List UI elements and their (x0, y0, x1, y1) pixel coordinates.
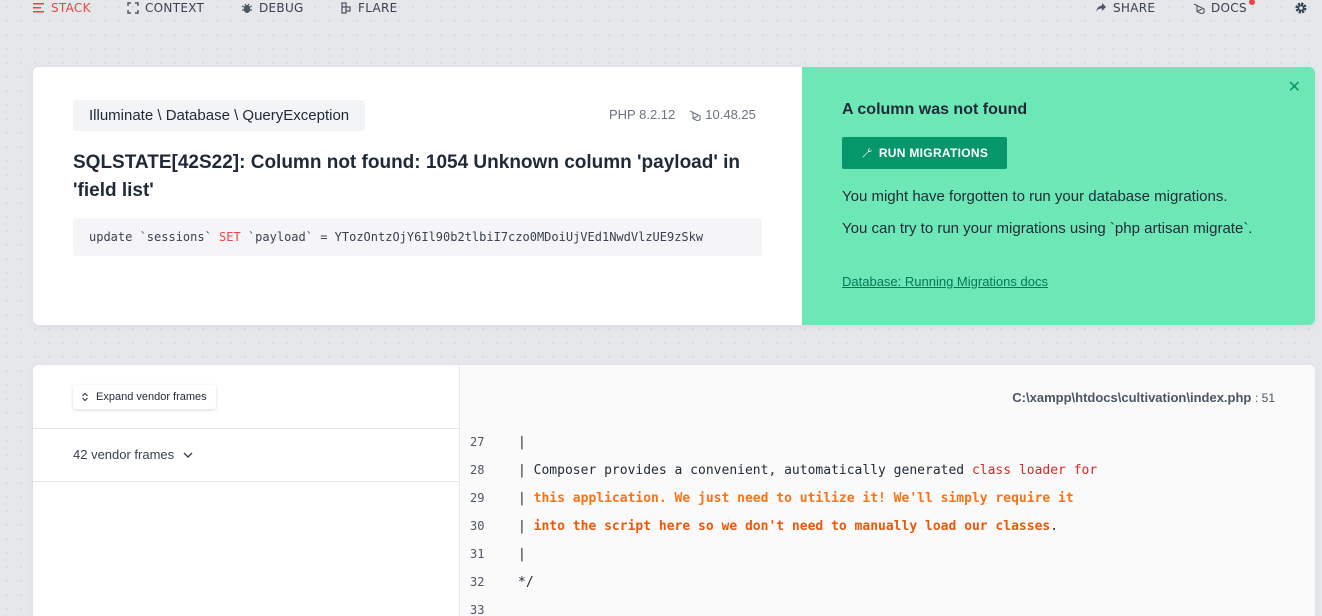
php-version: PHP 8.2.12 (609, 107, 676, 122)
expand-icon (127, 2, 139, 14)
settings-button[interactable] (1294, 0, 1308, 16)
file-line: : 51 (1254, 391, 1275, 405)
nav-context[interactable]: CONTEXT (127, 0, 204, 16)
code-line: 28 | Composer provides a convenient, aut… (461, 456, 1315, 484)
run-migrations-button[interactable]: RUN MIGRATIONS (842, 137, 1007, 169)
code-line: 31 | (461, 540, 1315, 568)
stack-icon (33, 3, 44, 13)
frames-list: Expand vendor frames 42 vendor frames (33, 365, 460, 616)
code-line: 29 | this application. We just need to u… (461, 484, 1315, 512)
exception-message: SQLSTATE[42S22]: Column not found: 1054 … (73, 152, 741, 201)
nav-share-label: SHARE (1113, 1, 1156, 15)
code-text: | (518, 490, 534, 506)
vendor-frames-toggle[interactable]: 42 vendor frames (73, 447, 194, 462)
nav-docs[interactable]: DOCS (1193, 0, 1255, 16)
line-number: 31 (470, 547, 485, 561)
nav-stack-label: STACK (51, 1, 91, 15)
divider (33, 428, 460, 429)
divider (33, 481, 460, 482)
exception-card: Illuminate \ Database \ QueryException P… (33, 67, 1315, 325)
line-number: 29 (470, 491, 485, 505)
notification-dot (1248, 0, 1255, 5)
code-text: | Composer provides a convenient, automa… (518, 462, 972, 478)
code-highlight: this application. We just need to utiliz… (533, 490, 1074, 506)
laravel-icon (1193, 3, 1205, 14)
share-icon (1096, 3, 1106, 12)
sql-post: `payload` = YTozOntzOjY6Il90b2tlbiI7czo0… (240, 230, 704, 244)
line-number: 30 (470, 519, 485, 533)
code-text: | (518, 546, 526, 562)
migrations-docs-link[interactable]: Database: Running Migrations docs (842, 274, 1048, 289)
vendor-frames-label: 42 vendor frames (73, 447, 175, 462)
laravel-version-wrap: 10.48.25 (689, 107, 756, 122)
nav-debug-label: DEBUG (259, 1, 304, 15)
code-line: 30 | into the script here so we don't ne… (461, 512, 1315, 540)
solution-title: A column was not found (842, 101, 1028, 118)
exception-class: Illuminate \ Database \ QueryException (73, 100, 366, 131)
solution-text-1: You might have forgotten to run your dat… (842, 188, 1228, 205)
code-text: | (518, 434, 526, 450)
sql-query: update `sessions` SET `payload` = YTozOn… (73, 218, 762, 256)
code-highlight: class loader for (971, 462, 1098, 478)
nav-docs-label: DOCS (1211, 1, 1247, 15)
code-line: 33 (461, 596, 1315, 616)
code-text: | (518, 518, 534, 534)
chevron-down-icon (183, 452, 193, 458)
expand-vendor-frames-button[interactable]: Expand vendor frames (73, 385, 216, 409)
line-number: 32 (470, 575, 485, 589)
chevron-up-down-icon (82, 392, 88, 402)
code-text: */ (518, 574, 534, 590)
nav-flare-label: FLARE (358, 1, 398, 15)
wrench-icon (862, 148, 872, 158)
laravel-version: 10.48.25 (705, 107, 756, 122)
code-text: . (1050, 518, 1059, 534)
code-line: 32 */ (461, 568, 1315, 596)
stack-card: Expand vendor frames 42 vendor frames C:… (33, 365, 1315, 616)
code-viewer: C:\xampp\htdocs\cultivation\index.php : … (461, 365, 1315, 616)
sql-pre: update `sessions` (89, 230, 220, 244)
solution-text-2: You can try to run your migrations using… (842, 220, 1253, 237)
versions: PHP 8.2.12 10.48.25 (609, 107, 756, 122)
file-path[interactable]: C:\xampp\htdocs\cultivation\index.php : … (1012, 390, 1275, 405)
top-nav: STACK CONTEXT DEBUG FLARE SHARE DOCS (0, 0, 1322, 18)
nav-docs-label-wrap: DOCS (1211, 0, 1255, 15)
nav-flare[interactable]: FLARE (340, 0, 398, 16)
gear-icon (1295, 2, 1307, 14)
line-number: 28 (470, 463, 485, 477)
nav-stack[interactable]: STACK (33, 0, 91, 16)
solution-panel: ✕ A column was not found RUN MIGRATIONS … (802, 67, 1315, 325)
nav-context-label: CONTEXT (145, 1, 205, 15)
expand-vendor-frames-label: Expand vendor frames (96, 391, 207, 403)
sql-keyword: SET (219, 230, 241, 244)
run-migrations-label: RUN MIGRATIONS (878, 146, 989, 160)
laravel-icon (690, 110, 701, 121)
nav-debug[interactable]: DEBUG (241, 0, 304, 16)
flare-icon (341, 2, 351, 14)
sql-fade (702, 218, 762, 256)
code-highlight: into the script here so we don't need to… (533, 518, 1051, 534)
line-number: 27 (470, 435, 485, 449)
close-icon[interactable]: ✕ (1288, 77, 1301, 97)
line-number: 33 (470, 603, 485, 616)
file-name: C:\xampp\htdocs\cultivation\index.php (1012, 390, 1252, 405)
code-line: 27 | (461, 428, 1315, 456)
bug-icon (241, 3, 253, 13)
nav-share[interactable]: SHARE (1095, 0, 1155, 16)
